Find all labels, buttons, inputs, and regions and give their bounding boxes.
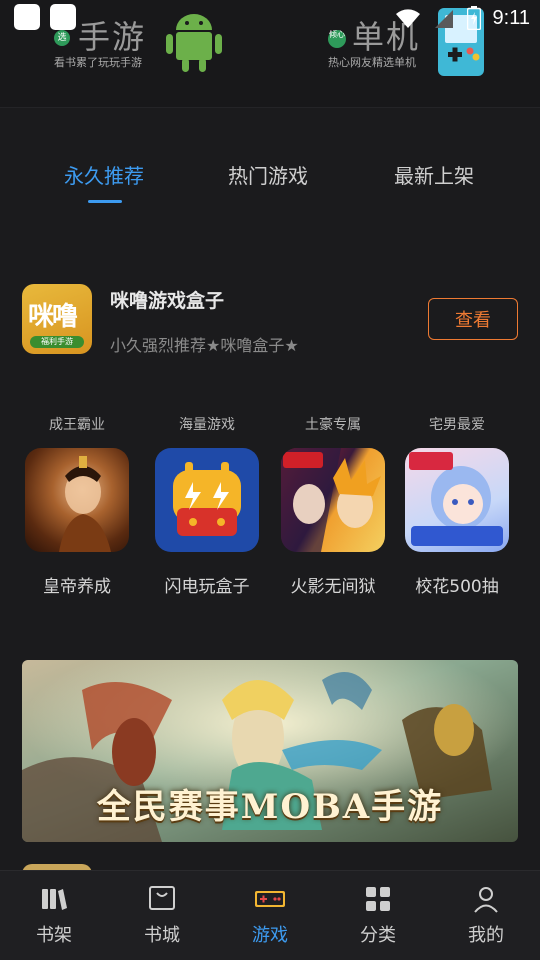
game-name[interactable]: 皇帝养成: [22, 572, 132, 597]
nav-label: 我的: [468, 925, 504, 946]
app-description: 小久强烈推荐★咪噜盒子★: [110, 336, 299, 355]
app-icon-text: 咪噜: [28, 302, 78, 332]
game-tabs: 永久推荐 热门游戏 最新上架: [0, 150, 540, 210]
game-screen: 选 手游 看书累了玩玩手游 倾心 单机 热心网友精选单机 9:11 永久推荐 热…: [0, 0, 540, 960]
nav-bookshelf[interactable]: 书架: [14, 883, 94, 955]
signal-icon: [434, 10, 453, 28]
profile-icon: [474, 887, 498, 913]
game-tag: 宅男最爱: [429, 417, 485, 433]
game-item[interactable]: 宅男最爱 校花500抽: [402, 412, 512, 602]
nav-label: 游戏: [252, 925, 288, 946]
game-item[interactable]: 土豪专属 火影无间狱: [278, 412, 388, 602]
nav-label: 分类: [360, 925, 396, 946]
nav-label: 书城: [144, 925, 180, 946]
nav-games[interactable]: 游戏: [230, 883, 310, 955]
game-name[interactable]: 火影无间狱: [278, 572, 388, 597]
category-subtitle: 看书累了玩玩手游: [54, 56, 142, 69]
active-tab-indicator: [88, 200, 122, 203]
game-name[interactable]: 校花500抽: [402, 572, 512, 597]
promo-banner[interactable]: 全民赛事MOBA手游: [22, 660, 518, 842]
game-tag: 海量游戏: [179, 417, 235, 433]
featured-app[interactable]: 咪噜 福利手游 咪噜游戏盒子 小久强烈推荐★咪噜盒子★ 查看: [22, 284, 518, 356]
emperor-game-icon[interactable]: [25, 448, 129, 552]
game-item[interactable]: 海量游戏 闪电玩盒子: [152, 412, 262, 602]
nav-profile[interactable]: 我的: [446, 883, 526, 955]
naruto-game-icon[interactable]: [281, 448, 385, 552]
battery-icon: [466, 6, 481, 30]
game-tag: 土豪专属: [305, 417, 361, 433]
nav-categories[interactable]: 分类: [338, 883, 418, 955]
notification-icon: [50, 4, 76, 30]
view-button[interactable]: 查看: [428, 298, 518, 340]
nav-label: 书架: [36, 925, 72, 946]
nav-bookstore[interactable]: 书城: [122, 883, 202, 955]
app-name[interactable]: 咪噜游戏盒子: [110, 286, 224, 313]
tab-new-releases[interactable]: 最新上架: [394, 160, 474, 189]
status-time: 9:11: [492, 6, 530, 29]
notification-icon: [14, 4, 40, 30]
game-item[interactable]: 成王霸业 皇帝养成: [22, 412, 132, 602]
category-subtitle: 热心网友精选单机: [328, 56, 416, 69]
tab-hot-games[interactable]: 热门游戏: [228, 160, 308, 189]
game-name[interactable]: 闪电玩盒子: [152, 572, 262, 597]
bottom-nav: 书架 书城 游戏 分类 我的: [0, 870, 540, 960]
game-tag: 成王霸业: [49, 417, 105, 433]
gamepad-icon: [255, 891, 285, 907]
wifi-icon: [395, 9, 420, 28]
game-grid: 成王霸业 皇帝养成 海量游戏 闪电玩盒子 土豪专属 火影无间狱 宅男最爱 校花5…: [22, 412, 522, 612]
bookshelf-icon: [42, 889, 67, 910]
bookstore-icon: [149, 886, 175, 910]
app-icon[interactable]: 咪噜 福利手游: [22, 284, 92, 354]
app-icon-ribbon: 福利手游: [30, 336, 84, 348]
tab-recommended[interactable]: 永久推荐: [64, 160, 144, 189]
category-icon: [366, 887, 390, 911]
banner-title: 全民赛事MOBA手游: [96, 787, 444, 827]
status-bar: 9:11: [0, 0, 540, 36]
anime-girl-game-icon[interactable]: [405, 448, 509, 552]
lightning-box-icon[interactable]: [155, 448, 259, 552]
